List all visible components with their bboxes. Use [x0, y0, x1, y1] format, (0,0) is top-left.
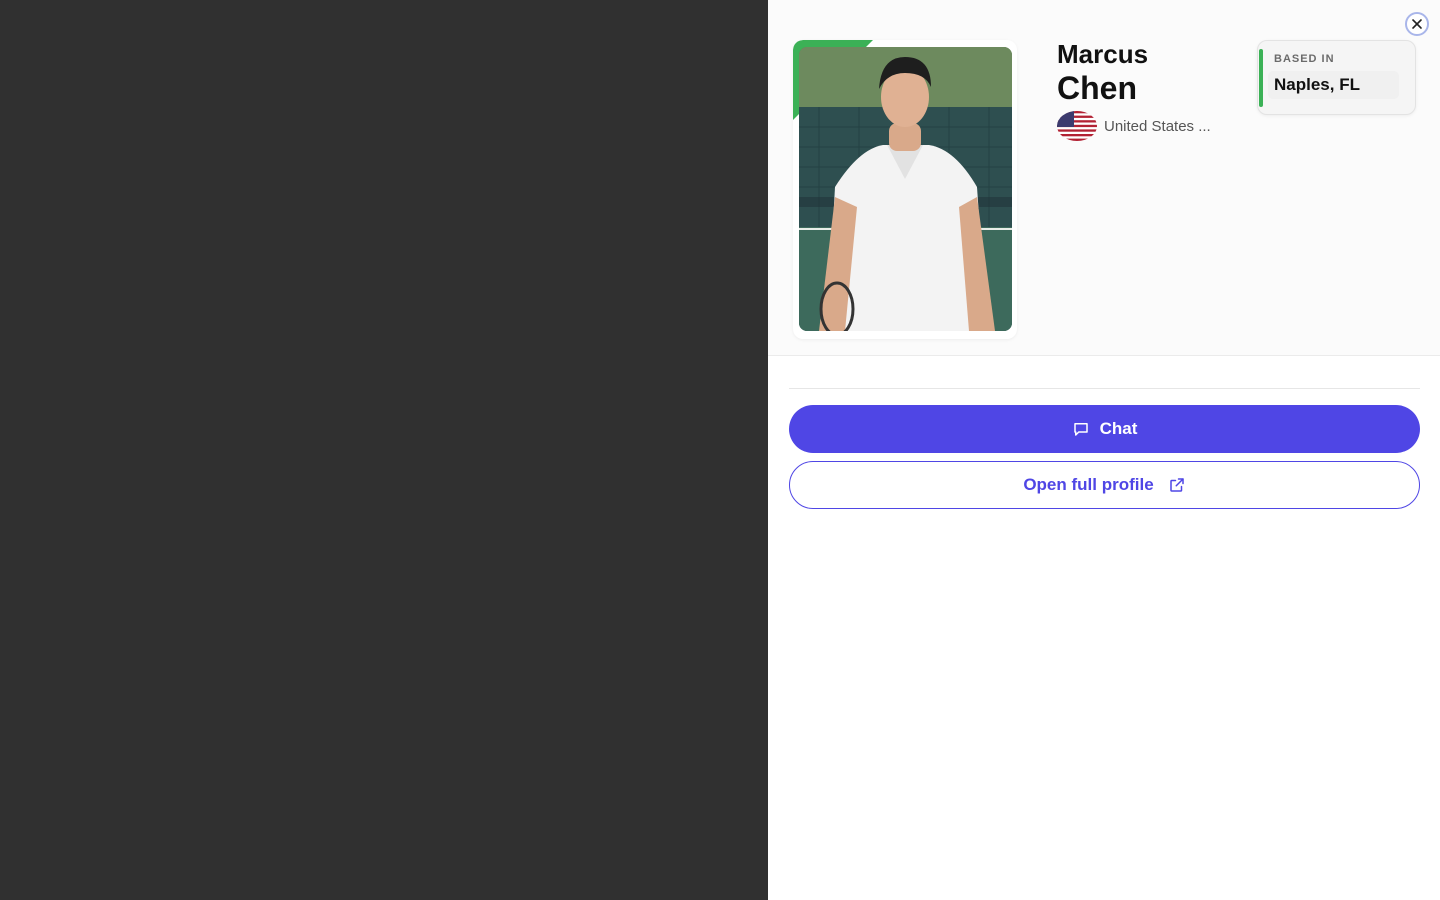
based-in-card: BASED IN Naples, FL [1257, 40, 1416, 115]
profile-photo-illustration [799, 47, 1012, 331]
based-in-accent-bar [1259, 49, 1263, 107]
open-full-profile-label: Open full profile [1023, 475, 1154, 494]
close-button[interactable] [1405, 12, 1429, 36]
last-name: Chen [1057, 69, 1137, 106]
close-icon [1412, 19, 1422, 29]
modal-backdrop[interactable] [0, 0, 768, 900]
us-flag-icon [1057, 111, 1097, 141]
section-divider [789, 388, 1420, 389]
based-in-value: Naples, FL [1268, 71, 1399, 99]
chat-button-label: Chat [1099, 419, 1138, 438]
chat-button[interactable]: Chat [789, 405, 1420, 453]
chat-bubble-icon [1073, 423, 1088, 436]
profile-header: Marcus Chen United States ... BASED IN N… [768, 0, 1440, 356]
based-in-label: BASED IN [1274, 53, 1335, 65]
country-row: United States ... [1057, 111, 1211, 141]
first-name: Marcus [1057, 39, 1149, 69]
country-name: United States ... [1104, 117, 1211, 135]
profile-photo-card [793, 40, 1017, 339]
profile-side-panel: Marcus Chen United States ... BASED IN N… [768, 0, 1440, 900]
open-full-profile-button[interactable]: Open full profile [789, 461, 1420, 509]
external-link-icon [1169, 478, 1184, 492]
profile-name: Marcus Chen [1057, 40, 1148, 106]
profile-photo [799, 47, 1012, 331]
